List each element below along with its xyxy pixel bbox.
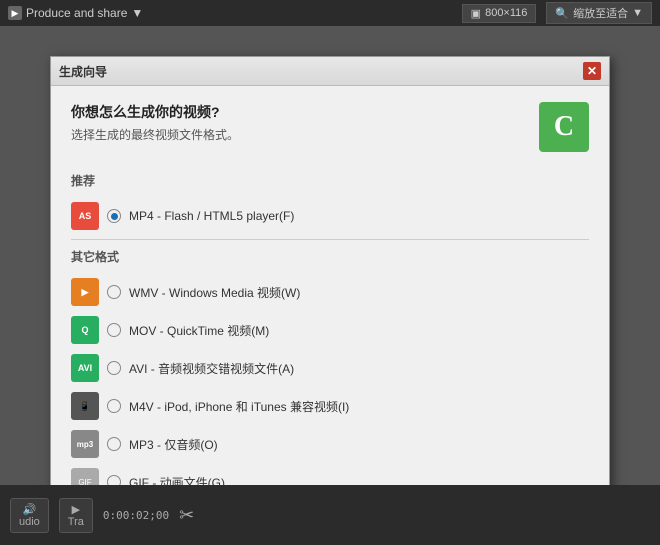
resolution-display: ▣ 800×116: [462, 4, 537, 23]
wizard-dialog: 生成向导 ✕ 你想怎么生成你的视频? 选择生成的最终视频文件格式。 C: [50, 56, 610, 545]
search-icon: 🔍: [555, 7, 569, 20]
dialog-close-button[interactable]: ✕: [583, 62, 601, 80]
produce-share-label: Produce and share: [26, 6, 127, 20]
mov-label: MOV - QuickTime 视频(M): [129, 322, 269, 339]
mp4-icon: AS: [71, 202, 99, 230]
bottom-bar: 🔊 udio ▶ Tra 0:00:02;00 ✂: [0, 485, 660, 545]
m4v-label: M4V - iPod, iPhone 和 iTunes 兼容视频(I): [129, 398, 349, 415]
format-option-avi[interactable]: AVI AVI - 音频视频交错视频文件(A): [71, 349, 589, 387]
cut-icon[interactable]: ✂: [179, 505, 194, 526]
avi-icon: AVI: [71, 354, 99, 382]
mp3-radio[interactable]: [107, 437, 121, 451]
avi-label: AVI - 音频视频交错视频文件(A): [129, 360, 294, 377]
other-formats-label: 其它格式: [71, 248, 589, 265]
mp3-icon: mp3: [71, 430, 99, 458]
mp4-radio[interactable]: [107, 209, 121, 223]
dialog-body: 你想怎么生成你的视频? 选择生成的最终视频文件格式。 C 推荐 AS MP4 -…: [51, 86, 609, 544]
format-option-mp4[interactable]: AS MP4 - Flash / HTML5 player(F): [71, 197, 589, 235]
wmv-label: WMV - Windows Media 视频(W): [129, 284, 300, 301]
format-option-mp3[interactable]: mp3 MP3 - 仅音频(O): [71, 425, 589, 463]
format-option-wmv[interactable]: ▶ WMV - Windows Media 视频(W): [71, 273, 589, 311]
wmv-radio[interactable]: [107, 285, 121, 299]
dialog-titlebar: 生成向导 ✕: [51, 57, 609, 86]
top-bar: ▶ Produce and share ▼ ▣ 800×116 🔍 缩放至适合 …: [0, 0, 660, 26]
dropdown-arrow: ▼: [131, 6, 143, 20]
dialog-heading: 你想怎么生成你的视频?: [71, 102, 239, 122]
audio-button[interactable]: 🔊 udio: [10, 498, 49, 533]
monitor-icon: ▣: [471, 7, 481, 20]
format-option-m4v[interactable]: 📱 M4V - iPod, iPhone 和 iTunes 兼容视频(I): [71, 387, 589, 425]
close-icon: ✕: [587, 64, 597, 78]
mov-radio[interactable]: [107, 323, 121, 337]
mp4-label: MP4 - Flash / HTML5 player(F): [129, 209, 294, 223]
camtasia-logo-letter: C: [554, 111, 574, 143]
audio-icon: 🔊: [23, 503, 37, 516]
track-label: Tra: [68, 516, 84, 528]
format-option-mov[interactable]: Q MOV - QuickTime 视频(M): [71, 311, 589, 349]
dialog-subheading: 选择生成的最终视频文件格式。: [71, 126, 239, 143]
zoom-label: 缩放至适合: [573, 5, 628, 21]
audio-label: udio: [19, 516, 40, 528]
time-display: 0:00:02;00: [103, 509, 169, 522]
mov-icon: Q: [71, 316, 99, 344]
dialog-header: 你想怎么生成你的视频? 选择生成的最终视频文件格式。 C: [71, 102, 589, 152]
track-button[interactable]: ▶ Tra: [59, 498, 93, 533]
dialog-title: 生成向导: [59, 63, 107, 80]
m4v-icon: 📱: [71, 392, 99, 420]
m4v-radio[interactable]: [107, 399, 121, 413]
wmv-icon: ▶: [71, 278, 99, 306]
top-bar-right: ▣ 800×116 🔍 缩放至适合 ▼: [462, 2, 652, 24]
mp3-label: MP3 - 仅音频(O): [129, 436, 218, 453]
resolution-value: 800×116: [485, 7, 527, 19]
produce-icon: ▶: [8, 6, 22, 20]
recommended-label: 推荐: [71, 172, 589, 189]
camtasia-logo: C: [539, 102, 589, 152]
track-icon: ▶: [72, 503, 80, 516]
dialog-header-text: 你想怎么生成你的视频? 选择生成的最终视频文件格式。: [71, 102, 239, 143]
produce-share-menu[interactable]: ▶ Produce and share ▼: [8, 6, 143, 20]
dialog-overlay: 生成向导 ✕ 你想怎么生成你的视频? 选择生成的最终视频文件格式。 C: [0, 26, 660, 485]
avi-radio[interactable]: [107, 361, 121, 375]
zoom-dropdown-arrow: ▼: [632, 7, 643, 19]
main-canvas-area: 生成向导 ✕ 你想怎么生成你的视频? 选择生成的最终视频文件格式。 C: [0, 26, 660, 485]
section-divider: [71, 239, 589, 240]
zoom-control[interactable]: 🔍 缩放至适合 ▼: [546, 2, 652, 24]
